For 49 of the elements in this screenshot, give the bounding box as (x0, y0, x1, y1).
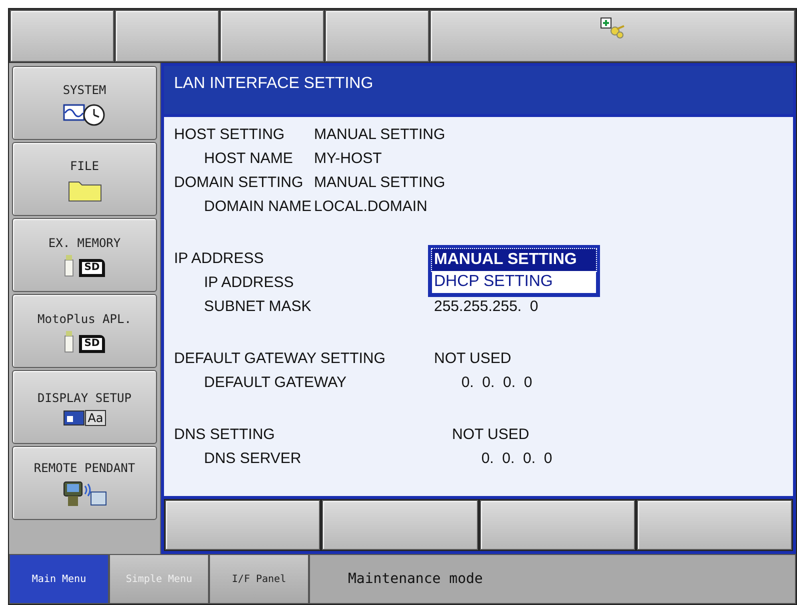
function-key[interactable] (480, 500, 635, 550)
toolbar-button[interactable] (220, 10, 324, 62)
screen-icon (62, 410, 85, 426)
setting-value: NOT USED (452, 424, 530, 445)
menu-button[interactable]: EX. MEMORY SD (12, 218, 157, 292)
setting-value: 0. 0. 0. 0 (480, 448, 552, 469)
menu-tab[interactable]: Main Menu (10, 555, 108, 603)
setting-value: MY-HOST (314, 148, 382, 169)
toolbar-button[interactable] (325, 10, 429, 62)
pendant-wireless-icon (62, 480, 108, 508)
usb-stick-icon (64, 254, 74, 276)
setting-value: LOCAL.DOMAIN (314, 196, 428, 217)
setting-label: DOMAIN NAME (203, 196, 313, 217)
sd-card-icon: SD (79, 334, 105, 352)
setting-value: MANUAL SETTING (314, 172, 446, 193)
sd-card-icon: SD (79, 258, 105, 276)
setting-label: IP ADDRESS (174, 248, 265, 269)
setting-value: MANUAL SETTING (314, 124, 446, 145)
toolbar-button[interactable] (115, 10, 219, 62)
setting-label: DNS SETTING (174, 424, 276, 445)
keys-icon (600, 17, 626, 39)
setting-value: 255.255.255. 0 (434, 296, 538, 317)
usb-stick-icon (64, 330, 74, 352)
menu-button[interactable]: FILE (12, 142, 157, 216)
setting-label: HOST SETTING (174, 124, 286, 145)
setting-label: DOMAIN SETTING (174, 172, 304, 193)
dropdown-option[interactable]: DHCP SETTING (432, 271, 596, 293)
menu-button[interactable]: SYSTEM (12, 66, 157, 140)
setting-label: IP ADDRESS (203, 272, 295, 293)
setting-label: DNS SERVER (203, 448, 302, 469)
setting-value: NOT USED (434, 348, 512, 369)
function-key[interactable] (322, 500, 478, 550)
setting-label: SUBNET MASK (203, 296, 312, 317)
menu-tab[interactable]: I/F Panel (210, 555, 308, 603)
chart-and-clock-icon (62, 102, 106, 126)
setting-label: HOST NAME (203, 148, 294, 169)
font-sample-icon: Aa (84, 410, 106, 426)
setting-label: DEFAULT GATEWAY SETTING (174, 348, 386, 369)
menu-button[interactable]: MotoPlus APL. SD (12, 294, 157, 368)
function-key[interactable] (636, 500, 792, 550)
menu-button[interactable]: REMOTE PENDANT (12, 446, 157, 520)
status-message: Maintenance mode (348, 570, 483, 588)
function-key[interactable] (165, 500, 320, 550)
dropdown-option[interactable]: MANUAL SETTING (432, 249, 596, 271)
setting-value: 0. 0. 0. 0 (460, 372, 532, 393)
toolbar-button[interactable] (10, 10, 114, 62)
panel-title-bar: LAN INTERFACE SETTING (164, 66, 793, 114)
menu-button[interactable]: DISPLAY SETUP Aa (12, 370, 157, 444)
setting-label: DEFAULT GATEWAY (203, 372, 348, 393)
